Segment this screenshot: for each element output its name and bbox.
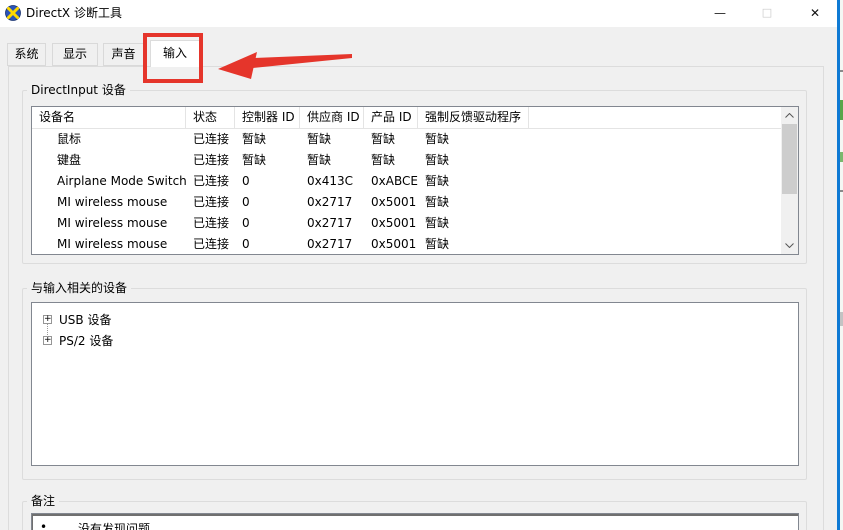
cell-ff-driver: 暂缺 (418, 150, 529, 171)
related-devices-tree: + USB 设备 + PS/2 设备 (31, 302, 799, 466)
tree-item-label: PS/2 设备 (59, 332, 113, 349)
cell-vendor-id: 暂缺 (300, 150, 364, 171)
close-button[interactable]: ✕ (799, 0, 831, 26)
cell-product-id: 暂缺 (364, 129, 418, 150)
cell-status: 已连接 (186, 234, 235, 255)
cell-vendor-id: 0x2717 (300, 234, 364, 255)
tree-item-usb[interactable]: + USB 设备 (32, 309, 798, 330)
maximize-button: □ (751, 0, 783, 26)
group-notes-title: 备注 (27, 493, 59, 509)
column-header-device-name[interactable]: 设备名 (32, 107, 186, 129)
window-title: DirectX 诊断工具 (26, 0, 122, 26)
table-row[interactable]: MI wireless mouse 已连接 0 0x2717 0x5001 暂缺 (32, 234, 798, 255)
column-header-product-id[interactable]: 产品 ID (364, 107, 418, 129)
table-row[interactable]: 鼠标 已连接 暂缺 暂缺 暂缺 暂缺 (32, 129, 798, 150)
cell-device-name: MI wireless mouse (32, 213, 186, 234)
cell-vendor-id: 0x2717 (300, 213, 364, 234)
titlebar[interactable]: DirectX 诊断工具 — □ ✕ (0, 0, 837, 27)
group-directinput-devices: DirectInput 设备 设备名 状态 控制器 ID 供应商 ID 产品 I… (22, 90, 807, 264)
tree-item-label: USB 设备 (59, 311, 111, 328)
cell-controller-id: 暂缺 (235, 150, 300, 171)
directx-app-icon (5, 5, 21, 21)
cell-controller-id: 0 (235, 213, 300, 234)
tree-expand-plus-icon[interactable]: + (43, 336, 52, 345)
scrollbar-down-icon[interactable] (781, 237, 798, 254)
cell-status: 已连接 (186, 192, 235, 213)
tab-system[interactable]: 系统 (7, 43, 46, 66)
cell-controller-id: 0 (235, 192, 300, 213)
directinput-device-table: 设备名 状态 控制器 ID 供应商 ID 产品 ID 强制反馈驱动程序 鼠标 已… (31, 106, 799, 255)
column-header-vendor-id[interactable]: 供应商 ID (300, 107, 364, 129)
cell-device-name: 鼠标 (32, 129, 186, 150)
cell-ff-driver: 暂缺 (418, 234, 529, 255)
group-related-title: 与输入相关的设备 (27, 280, 131, 296)
table-row[interactable]: MI wireless mouse 已连接 0 0x2717 0x5001 暂缺 (32, 213, 798, 234)
cell-controller-id: 0 (235, 171, 300, 192)
table-row[interactable]: MI wireless mouse 已连接 0 0x2717 0x5001 暂缺 (32, 192, 798, 213)
annotation-highlight-box (143, 33, 203, 83)
table-row[interactable]: 键盘 已连接 暂缺 暂缺 暂缺 暂缺 (32, 150, 798, 171)
cell-ff-driver: 暂缺 (418, 213, 529, 234)
scrollbar-thumb[interactable] (782, 124, 797, 194)
cell-product-id: 0x5001 (364, 213, 418, 234)
cell-ff-driver: 暂缺 (418, 192, 529, 213)
cell-device-name: 键盘 (32, 150, 186, 171)
cell-device-name: Airplane Mode Switch (32, 171, 186, 192)
group-input-related-devices: 与输入相关的设备 + USB 设备 + PS/2 设备 (22, 288, 807, 480)
cell-device-name: MI wireless mouse (32, 192, 186, 213)
cell-vendor-id: 0x413C (300, 171, 364, 192)
cell-vendor-id: 0x2717 (300, 192, 364, 213)
tab-sound[interactable]: 声音 (103, 43, 144, 66)
table-header-row: 设备名 状态 控制器 ID 供应商 ID 产品 ID 强制反馈驱动程序 (32, 107, 798, 129)
dxdiag-window: DirectX 诊断工具 — □ ✕ 系统 显示 声音 输入 DirectInp… (0, 0, 843, 530)
note-text: 没有发现问题。 (57, 520, 162, 530)
tree-item-ps2[interactable]: + PS/2 设备 (32, 330, 798, 351)
column-header-filler (529, 107, 798, 129)
cell-status: 已连接 (186, 129, 235, 150)
cell-status: 已连接 (186, 213, 235, 234)
tree-expand-plus-icon[interactable]: + (43, 315, 52, 324)
table-row[interactable]: Airplane Mode Switch 已连接 0 0x413C 0xABCE… (32, 171, 798, 192)
column-header-controller-id[interactable]: 控制器 ID (235, 107, 300, 129)
cell-ff-driver: 暂缺 (418, 129, 529, 150)
column-header-status[interactable]: 状态 (186, 107, 235, 129)
cell-device-name: MI wireless mouse (32, 234, 186, 255)
minimize-button[interactable]: — (704, 0, 736, 26)
cell-product-id: 0x5001 (364, 192, 418, 213)
column-header-ff-driver[interactable]: 强制反馈驱动程序 (418, 107, 529, 129)
cell-controller-id: 暂缺 (235, 129, 300, 150)
group-notes: 备注 • 没有发现问题。 (22, 501, 807, 530)
cell-controller-id: 0 (235, 234, 300, 255)
group-directinput-title: DirectInput 设备 (27, 82, 130, 98)
cell-product-id: 0xABCE (364, 171, 418, 192)
cell-status: 已连接 (186, 150, 235, 171)
annotation-arrow (200, 30, 370, 90)
table-vertical-scrollbar[interactable] (781, 107, 798, 254)
cell-product-id: 0x5001 (364, 234, 418, 255)
tree-connector-line (47, 324, 48, 337)
tab-display[interactable]: 显示 (52, 43, 98, 66)
cell-vendor-id: 暂缺 (300, 129, 364, 150)
notes-textbox[interactable]: • 没有发现问题。 (31, 513, 799, 530)
scrollbar-up-icon[interactable] (781, 107, 798, 124)
cell-status: 已连接 (186, 171, 235, 192)
cell-product-id: 暂缺 (364, 150, 418, 171)
note-item: • 没有发现问题。 (40, 520, 798, 530)
cell-ff-driver: 暂缺 (418, 171, 529, 192)
bullet-icon: • (40, 520, 57, 530)
